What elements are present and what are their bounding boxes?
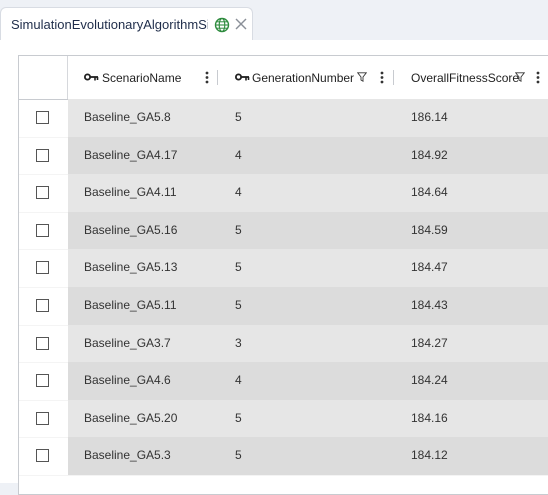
column-header-generationnumber[interactable]: GenerationNumber <box>218 56 394 99</box>
row-cells: Baseline_GA5.3 5 184.12 <box>68 437 548 475</box>
table-row[interactable]: Baseline_GA5.16 5 184.59 <box>19 211 548 251</box>
row-cells: Baseline_GA5.8 5 186.14 <box>68 99 548 137</box>
column-header-scenarioname[interactable]: ScenarioName <box>68 56 218 99</box>
table-row[interactable]: Baseline_GA5.11 5 184.43 <box>19 287 548 326</box>
cell-overallfitnessscore[interactable]: 184.24 <box>411 373 448 387</box>
row-cells: Baseline_GA5.13 5 184.47 <box>68 249 548 287</box>
cell-overallfitnessscore[interactable]: 184.27 <box>411 336 448 350</box>
cell-overallfitnessscore[interactable]: 184.43 <box>411 298 448 312</box>
tab-bar: SimulationEvolutionaryAlgorithmSi <box>0 0 548 41</box>
row-checkbox[interactable] <box>36 374 49 388</box>
column-label: GenerationNumber <box>252 71 355 85</box>
column-label: ScenarioName <box>102 71 182 85</box>
cell-scenarioname[interactable]: Baseline_GA4.17 <box>84 148 177 162</box>
tab-title: SimulationEvolutionaryAlgorithmSi <box>11 17 208 32</box>
row-checkbox[interactable] <box>36 148 49 162</box>
cell-scenarioname[interactable]: Baseline_GA4.6 <box>84 373 171 387</box>
document-tab[interactable]: SimulationEvolutionaryAlgorithmSi <box>0 7 253 41</box>
filter-icon[interactable] <box>357 72 367 82</box>
cell-scenarioname[interactable]: Baseline_GA5.11 <box>84 298 177 312</box>
row-checkbox[interactable] <box>36 411 49 425</box>
row-cells: Baseline_GA3.7 3 184.27 <box>68 324 548 363</box>
row-checkbox[interactable] <box>36 186 49 200</box>
close-icon[interactable] <box>234 17 248 31</box>
column-label: OverallFitnessScore <box>411 71 520 85</box>
row-checkbox[interactable] <box>36 449 49 463</box>
content-area: ScenarioName GenerationNumber OverallFit… <box>0 40 548 495</box>
cell-scenarioname[interactable]: Baseline_GA4.11 <box>84 185 177 199</box>
cell-scenarioname[interactable]: Baseline_GA5.20 <box>84 411 177 425</box>
cell-overallfitnessscore[interactable]: 184.16 <box>411 411 448 425</box>
cell-generationnumber[interactable]: 5 <box>235 411 242 425</box>
row-checkbox[interactable] <box>36 223 49 237</box>
row-cells: Baseline_GA5.11 5 184.43 <box>68 287 548 325</box>
cell-generationnumber[interactable]: 4 <box>235 185 242 199</box>
cell-generationnumber[interactable]: 4 <box>235 373 242 387</box>
cell-scenarioname[interactable]: Baseline_GA5.3 <box>84 448 171 462</box>
data-grid: ScenarioName GenerationNumber OverallFit… <box>18 55 548 495</box>
row-checkbox[interactable] <box>36 336 49 350</box>
table-row[interactable]: Baseline_GA3.7 3 184.27 <box>19 324 548 364</box>
column-menu-icon[interactable] <box>205 71 209 84</box>
cell-generationnumber[interactable]: 5 <box>235 298 242 312</box>
row-cells: Baseline_GA5.16 5 184.59 <box>68 211 548 250</box>
globe-icon <box>214 17 230 33</box>
column-menu-icon[interactable] <box>536 71 540 84</box>
row-cells: Baseline_GA4.11 4 184.64 <box>68 174 548 212</box>
table-row[interactable]: Baseline_GA5.13 5 184.47 <box>19 249 548 288</box>
key-icon <box>235 73 250 81</box>
select-column-header <box>19 56 68 99</box>
row-cells: Baseline_GA4.6 4 184.24 <box>68 362 548 400</box>
row-checkbox[interactable] <box>36 111 49 124</box>
table-row[interactable]: Baseline_GA4.6 4 184.24 <box>19 362 548 401</box>
row-cells: Baseline_GA5.20 5 184.16 <box>68 399 548 438</box>
cell-scenarioname[interactable]: Baseline_GA5.16 <box>84 223 177 237</box>
cell-scenarioname[interactable]: Baseline_GA5.8 <box>84 110 171 124</box>
cell-overallfitnessscore[interactable]: 184.12 <box>411 448 448 462</box>
table-row[interactable]: Baseline_GA5.8 5 186.14 <box>19 99 548 138</box>
cell-generationnumber[interactable]: 5 <box>235 448 242 462</box>
table-row[interactable]: Baseline_GA5.20 5 184.16 <box>19 399 548 439</box>
table-row[interactable]: Baseline_GA4.17 4 184.92 <box>19 136 548 176</box>
cell-overallfitnessscore[interactable]: 184.59 <box>411 223 448 237</box>
cell-generationnumber[interactable]: 3 <box>235 336 242 350</box>
cell-generationnumber[interactable]: 4 <box>235 148 242 162</box>
filter-icon[interactable] <box>515 72 525 82</box>
key-icon <box>84 73 99 81</box>
cell-generationnumber[interactable]: 5 <box>235 110 242 124</box>
cell-generationnumber[interactable]: 5 <box>235 260 242 274</box>
table-row[interactable]: Baseline_GA5.3 5 184.12 <box>19 437 548 476</box>
row-checkbox[interactable] <box>36 261 49 275</box>
cell-overallfitnessscore[interactable]: 186.14 <box>411 110 448 124</box>
row-checkbox[interactable] <box>36 299 49 312</box>
column-menu-icon[interactable] <box>380 71 384 84</box>
cell-overallfitnessscore[interactable]: 184.64 <box>411 185 448 199</box>
table-row[interactable]: Baseline_GA4.11 4 184.64 <box>19 174 548 213</box>
column-header-overallfitnessscore[interactable]: OverallFitnessScore <box>394 56 548 99</box>
grid-header: ScenarioName GenerationNumber OverallFit… <box>19 56 548 100</box>
row-cells: Baseline_GA4.17 4 184.92 <box>68 136 548 175</box>
cell-overallfitnessscore[interactable]: 184.92 <box>411 148 448 162</box>
cell-overallfitnessscore[interactable]: 184.47 <box>411 260 448 274</box>
cell-scenarioname[interactable]: Baseline_GA3.7 <box>84 336 171 350</box>
cell-generationnumber[interactable]: 5 <box>235 223 242 237</box>
cell-scenarioname[interactable]: Baseline_GA5.13 <box>84 260 177 274</box>
